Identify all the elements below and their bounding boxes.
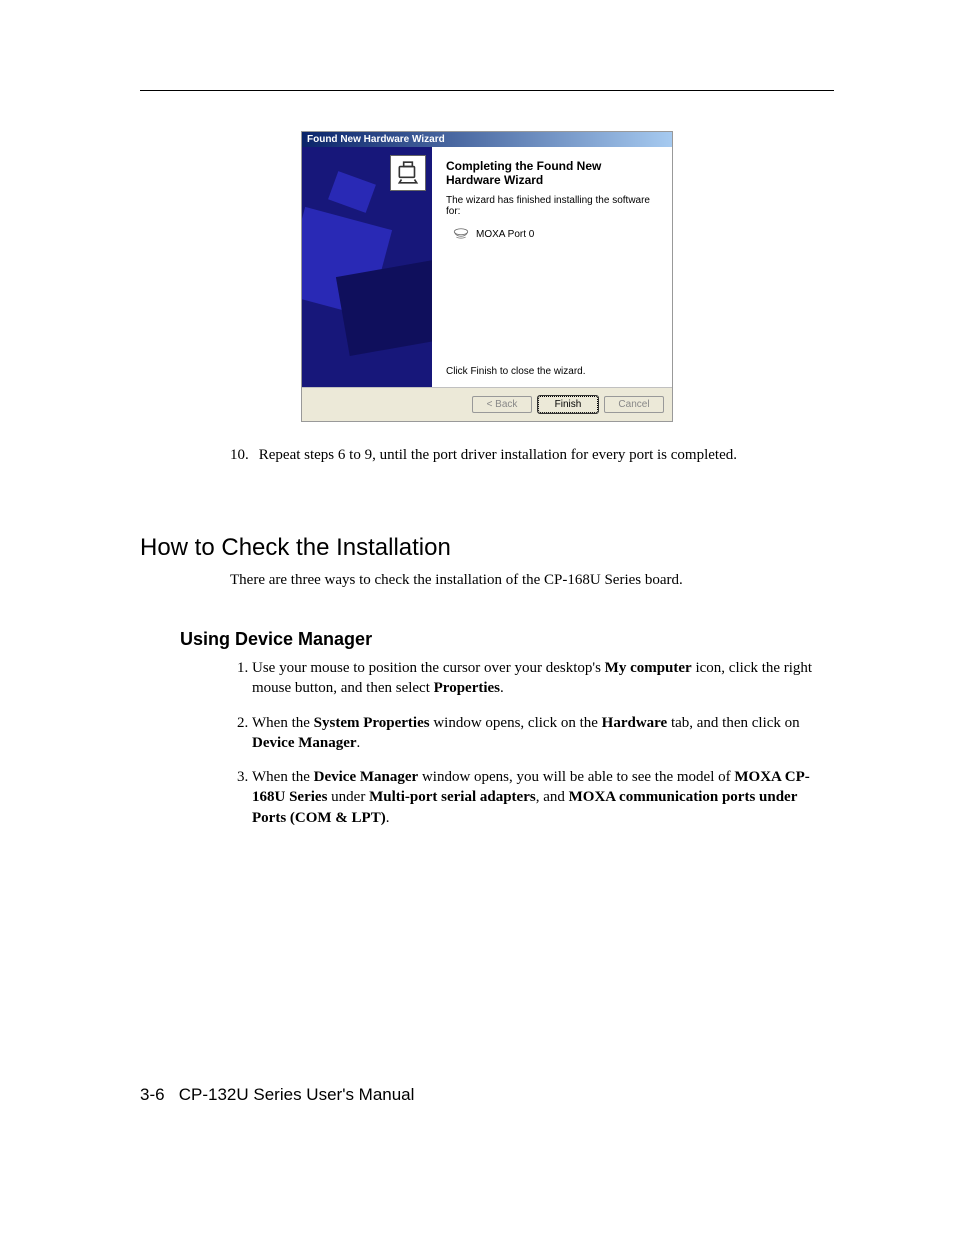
wizard-description: The wizard has finished installing the s… (446, 195, 658, 217)
steps-list: Use your mouse to position the cursor ov… (230, 658, 814, 828)
wizard-footer: < Back Finish Cancel (302, 387, 672, 421)
text: . (357, 735, 361, 751)
section-intro: There are three ways to check the instal… (230, 572, 834, 589)
section-heading: How to Check the Installation (140, 534, 834, 562)
wizard-body: Completing the Found New Hardware Wizard… (302, 147, 672, 387)
bold-text: Device Manager (314, 769, 419, 785)
cancel-button[interactable]: Cancel (604, 396, 664, 413)
bold-text: My computer (605, 660, 692, 676)
text: window opens, you will be able to see th… (418, 769, 734, 785)
wizard-content: Completing the Found New Hardware Wizard… (432, 147, 672, 387)
port-icon (452, 227, 470, 241)
bold-text: Device Manager (252, 735, 357, 751)
bold-text: Hardware (602, 715, 668, 731)
finish-button[interactable]: Finish (538, 396, 598, 413)
list-item: Use your mouse to position the cursor ov… (252, 658, 814, 699)
wizard-titlebar: Found New Hardware Wizard (302, 132, 672, 147)
step-number: 10. (230, 447, 249, 464)
subsection-heading: Using Device Manager (180, 629, 834, 650)
bold-text: Multi-port serial adapters (369, 789, 536, 805)
text: window opens, click on the (430, 715, 602, 731)
wizard-footnote: Click Finish to close the wizard. (446, 366, 658, 383)
text: . (386, 810, 390, 826)
bold-text: System Properties (314, 715, 430, 731)
wizard-dialog: Found New Hardware Wizard Completing the… (301, 131, 673, 422)
wizard-heading: Completing the Found New Hardware Wizard (446, 159, 658, 187)
text: under (327, 789, 369, 805)
page-footer: 3-6 CP-132U Series User's Manual (140, 1085, 414, 1105)
text: When the (252, 769, 314, 785)
text: tab, and then click on (667, 715, 799, 731)
document-page: Found New Hardware Wizard Completing the… (0, 0, 954, 1235)
page-number: 3-6 (140, 1085, 165, 1104)
list-item: When the System Properties window opens,… (252, 713, 814, 754)
text: , and (536, 789, 569, 805)
header-rule (140, 90, 834, 91)
device-name: MOXA Port 0 (476, 229, 534, 240)
text: Use your mouse to position the cursor ov… (252, 660, 605, 676)
wizard-sidebar-graphic (302, 147, 432, 387)
device-entry: MOXA Port 0 (452, 227, 658, 241)
back-button[interactable]: < Back (472, 396, 532, 413)
hardware-icon (390, 155, 426, 191)
text: . (500, 680, 504, 696)
text: When the (252, 715, 314, 731)
list-item: When the Device Manager window opens, yo… (252, 767, 814, 828)
bold-text: Properties (434, 680, 500, 696)
manual-title: CP-132U Series User's Manual (179, 1085, 415, 1104)
step-text: Repeat steps 6 to 9, until the port driv… (259, 447, 737, 464)
step-10: 10. Repeat steps 6 to 9, until the port … (230, 447, 814, 464)
